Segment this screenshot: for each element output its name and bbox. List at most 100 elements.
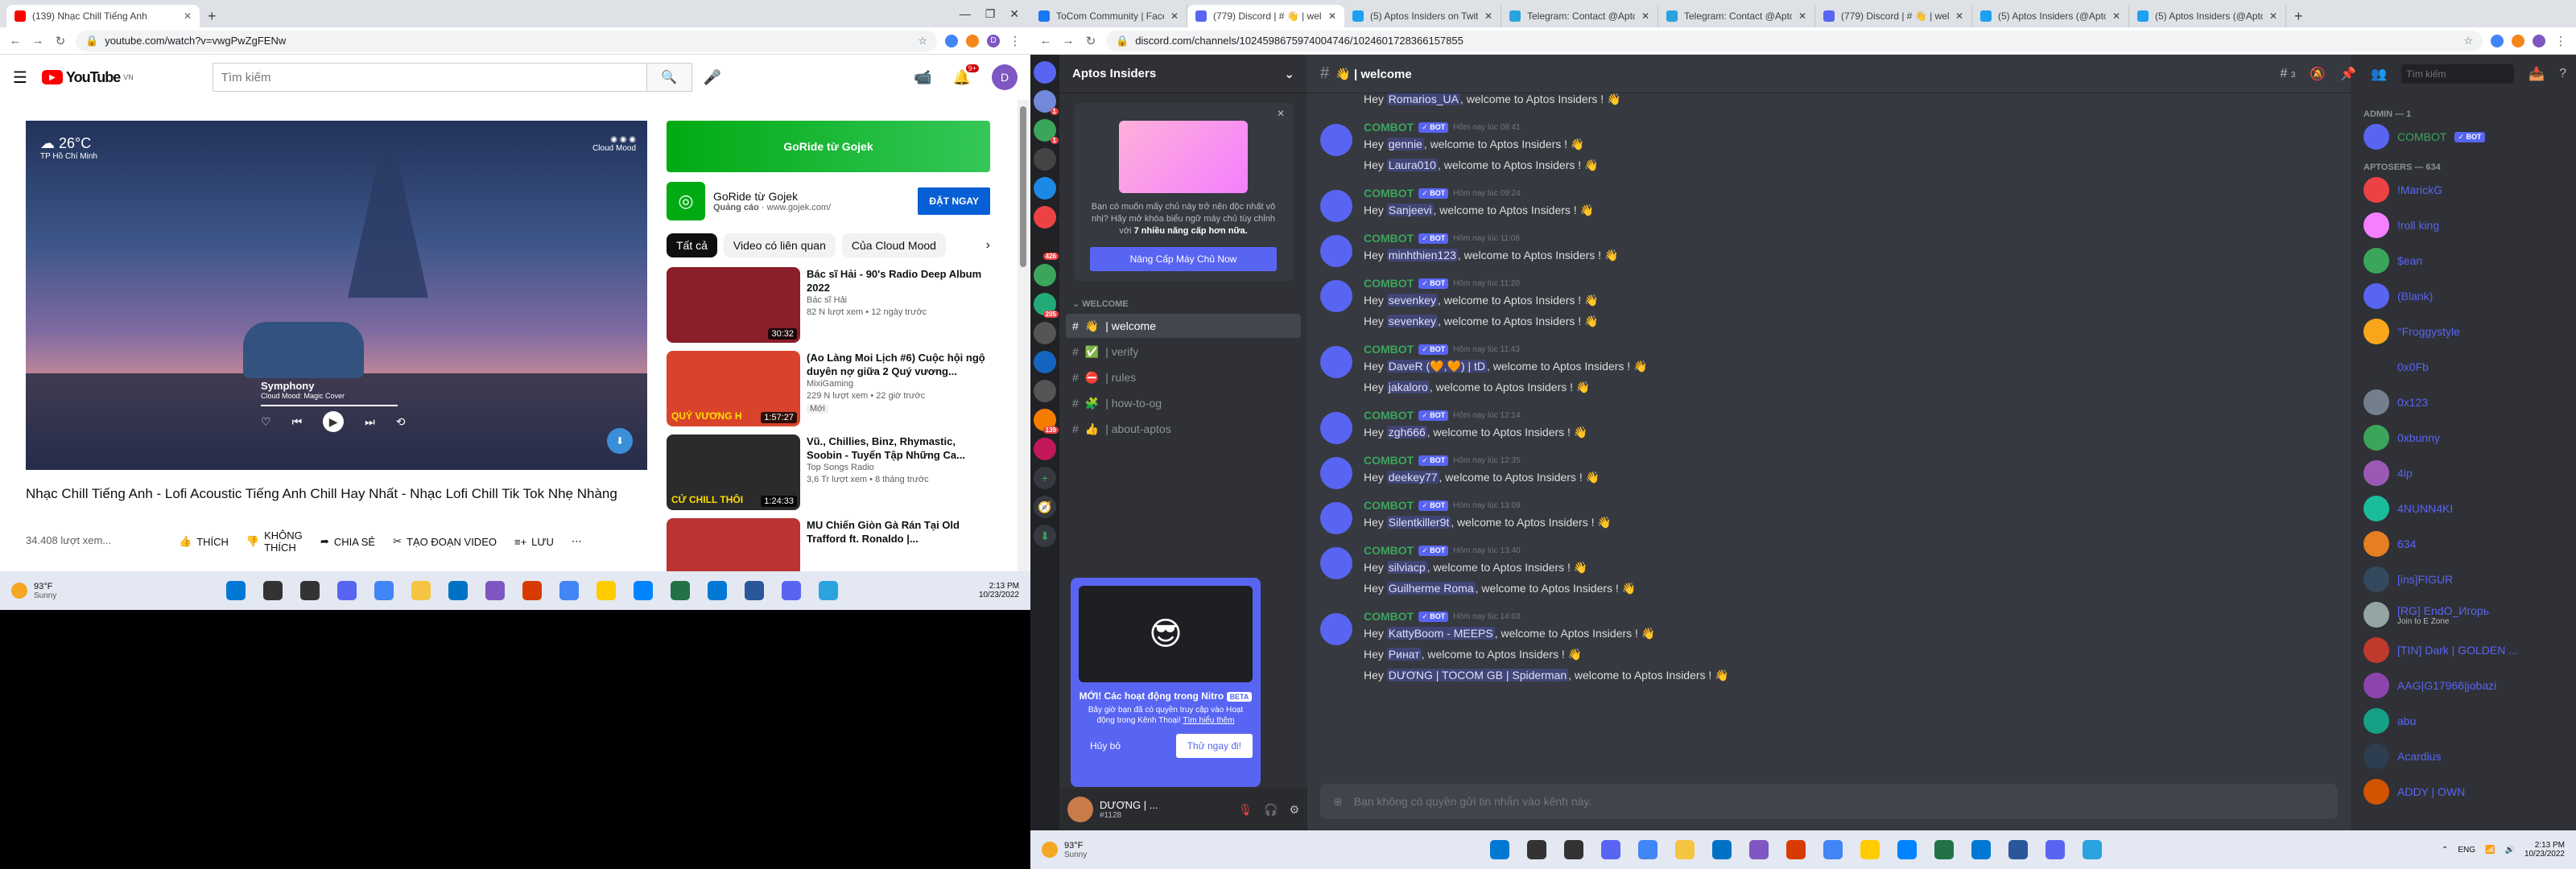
notification-icon[interactable]: 🔕 (2310, 66, 2326, 82)
new-tab-button[interactable]: + (2286, 5, 2311, 27)
plus-icon[interactable]: ⊕ (1333, 795, 1343, 809)
server-icon[interactable] (1034, 351, 1056, 373)
forward-icon[interactable]: → (31, 34, 45, 48)
microphone-icon[interactable]: 🎤 (704, 69, 721, 86)
member-item[interactable]: !roll king (2351, 208, 2576, 243)
dislike-button[interactable]: 👎 KHÔNG THÍCH (246, 529, 303, 554)
repeat-icon[interactable]: ⟲ (396, 415, 406, 429)
chip-channel[interactable]: Của Cloud Mood (841, 233, 946, 257)
channel-item[interactable]: # ✅ | verify (1066, 340, 1301, 364)
mail-icon[interactable] (448, 581, 468, 600)
dismiss-button[interactable]: Hủy bỏ (1079, 734, 1132, 758)
close-icon[interactable]: ✕ (2269, 10, 2277, 22)
discord-icon[interactable] (782, 581, 801, 600)
chrome-icon[interactable] (1823, 840, 1843, 859)
start-icon[interactable] (1490, 840, 1509, 859)
member-item[interactable]: [TIN] Dark | GOLDEN ... (2351, 632, 2576, 668)
start-icon[interactable] (226, 581, 246, 600)
profile-icon[interactable] (2533, 34, 2545, 47)
channel-item[interactable]: # ⛔ | rules (1066, 365, 1301, 389)
server-icon[interactable] (1034, 61, 1056, 84)
avatar[interactable] (1320, 235, 1352, 267)
explore-icon[interactable]: 🧭 (1034, 496, 1056, 518)
download-icon[interactable]: ⬇ (1034, 525, 1056, 547)
browser-tab[interactable]: (779) Discord | # 👋 | welc ✕ (1815, 5, 1972, 27)
author-name[interactable]: COMBOT (1364, 454, 1414, 467)
ad-cta-button[interactable]: ĐẶT NGAY (918, 187, 990, 215)
member-item[interactable]: 0xbunny (2351, 420, 2576, 455)
message-input[interactable]: ⊕ Bạn không có quyền gửi tin nhắn vào kê… (1320, 784, 2338, 819)
avatar[interactable] (1320, 457, 1352, 489)
author-name[interactable]: COMBOT (1364, 343, 1414, 356)
file-explorer-icon[interactable] (1675, 840, 1695, 859)
star-icon[interactable]: ☆ (2463, 35, 2473, 47)
next-icon[interactable]: ⏭ (365, 415, 375, 429)
channel-name[interactable]: MixiGaming (807, 378, 990, 390)
user-mention[interactable]: DƯƠNG | TOCOM GB | Spiderman (1386, 669, 1569, 682)
bell-icon[interactable]: 🔔 9+ (953, 64, 979, 86)
maximize-icon[interactable]: ❐ (985, 7, 996, 21)
user-mention[interactable]: Silentkiller9t (1386, 516, 1451, 529)
youtube-logo[interactable]: ▶ YouTube VN (41, 69, 134, 86)
author-name[interactable]: COMBOT (1364, 610, 1414, 623)
channel-name[interactable]: Bác sĩ Hải (807, 294, 990, 307)
tab-youtube[interactable]: (139) Nhạc Chill Tiếng Anh ✕ (6, 5, 200, 27)
avatar[interactable] (1320, 613, 1352, 645)
url-field[interactable]: 🔒 youtube.com/watch?v=vwgPwZgFENw ☆ (76, 30, 937, 51)
chip-all[interactable]: Tất cả (667, 233, 717, 257)
outlook-icon[interactable] (1971, 840, 1991, 859)
threads-icon[interactable]: # 3 (2281, 67, 2296, 81)
member-item[interactable]: (Blank) (2351, 278, 2576, 314)
user-mention[interactable]: KattyBoom - MEEPS (1386, 627, 1495, 640)
chevron-up-icon[interactable]: ⌃ (2442, 846, 2448, 855)
search-input[interactable] (212, 63, 647, 92)
browser-tab[interactable]: Telegram: Contact @Apto ✕ (1501, 5, 1658, 27)
help-icon[interactable]: ? (2559, 67, 2566, 81)
author-name[interactable]: COMBOT (1364, 409, 1414, 422)
search-icon[interactable] (1527, 840, 1546, 859)
avatar[interactable] (1320, 124, 1352, 156)
member-item[interactable]: 0x123 (2351, 385, 2576, 420)
browser-tab[interactable]: (5) Aptos Insiders (@Apto ✕ (1972, 5, 2129, 27)
hamburger-icon[interactable]: ☰ (13, 68, 27, 88)
file-explorer-icon[interactable] (411, 581, 431, 600)
list-item[interactable]: MU Chiến Giòn Gà Rán Tại Old Trafford ft… (667, 518, 990, 571)
menu-icon[interactable]: ⋮ (2553, 34, 2568, 48)
sublime-icon[interactable] (1860, 840, 1880, 859)
close-icon[interactable]: ✕ (184, 10, 192, 22)
user-mention[interactable]: zgh666 (1386, 426, 1427, 439)
like-button[interactable]: 👍 THÍCH (179, 535, 229, 548)
chrome-icon[interactable] (374, 581, 394, 600)
member-item[interactable]: [RG] EndO_Игорь Join to E Zone (2351, 597, 2576, 632)
telegram-icon[interactable] (819, 581, 838, 600)
close-window-icon[interactable]: ✕ (1009, 7, 1019, 21)
previous-icon[interactable]: ⏮ (292, 415, 303, 429)
server-icon[interactable]: 139 (1034, 409, 1059, 434)
clip-button[interactable]: ✂ TẠO ĐOẠN VIDEO (393, 535, 497, 548)
author-name[interactable]: COMBOT (1364, 544, 1414, 557)
more-icon[interactable]: ⋯ (572, 535, 582, 548)
metamask-icon[interactable] (966, 34, 979, 47)
member-item[interactable]: [ins]FIGUR (2351, 562, 2576, 597)
server-icon[interactable] (1034, 322, 1056, 344)
search-button[interactable]: 🔍 (646, 63, 692, 92)
visual-studio-icon[interactable] (1749, 840, 1769, 859)
user-mention[interactable]: Sanjeevi (1386, 204, 1434, 216)
member-item[interactable]: ADDY | OWN (2351, 774, 2576, 809)
chat-icon[interactable] (337, 581, 357, 600)
visual-studio-icon[interactable] (485, 581, 505, 600)
chrome-icon[interactable] (559, 581, 579, 600)
server-icon[interactable]: 426 (1034, 235, 1059, 260)
sublime-icon[interactable] (597, 581, 616, 600)
profile-icon[interactable]: D (987, 34, 1000, 47)
channel-item[interactable]: # 👋 | welcome (1066, 314, 1301, 338)
close-icon[interactable]: ✕ (1955, 10, 1963, 22)
ad-banner[interactable]: GoRide từ Gojek (667, 121, 990, 172)
progress-bar[interactable] (261, 405, 398, 406)
user-mention[interactable]: sevenkey (1386, 294, 1438, 307)
share-button[interactable]: ➦ CHIA SẺ (320, 535, 375, 548)
inbox-icon[interactable]: 📥 (2529, 66, 2545, 82)
avatar[interactable] (1320, 280, 1352, 312)
task-view-icon[interactable] (1564, 840, 1583, 859)
excel-icon[interactable] (671, 581, 690, 600)
